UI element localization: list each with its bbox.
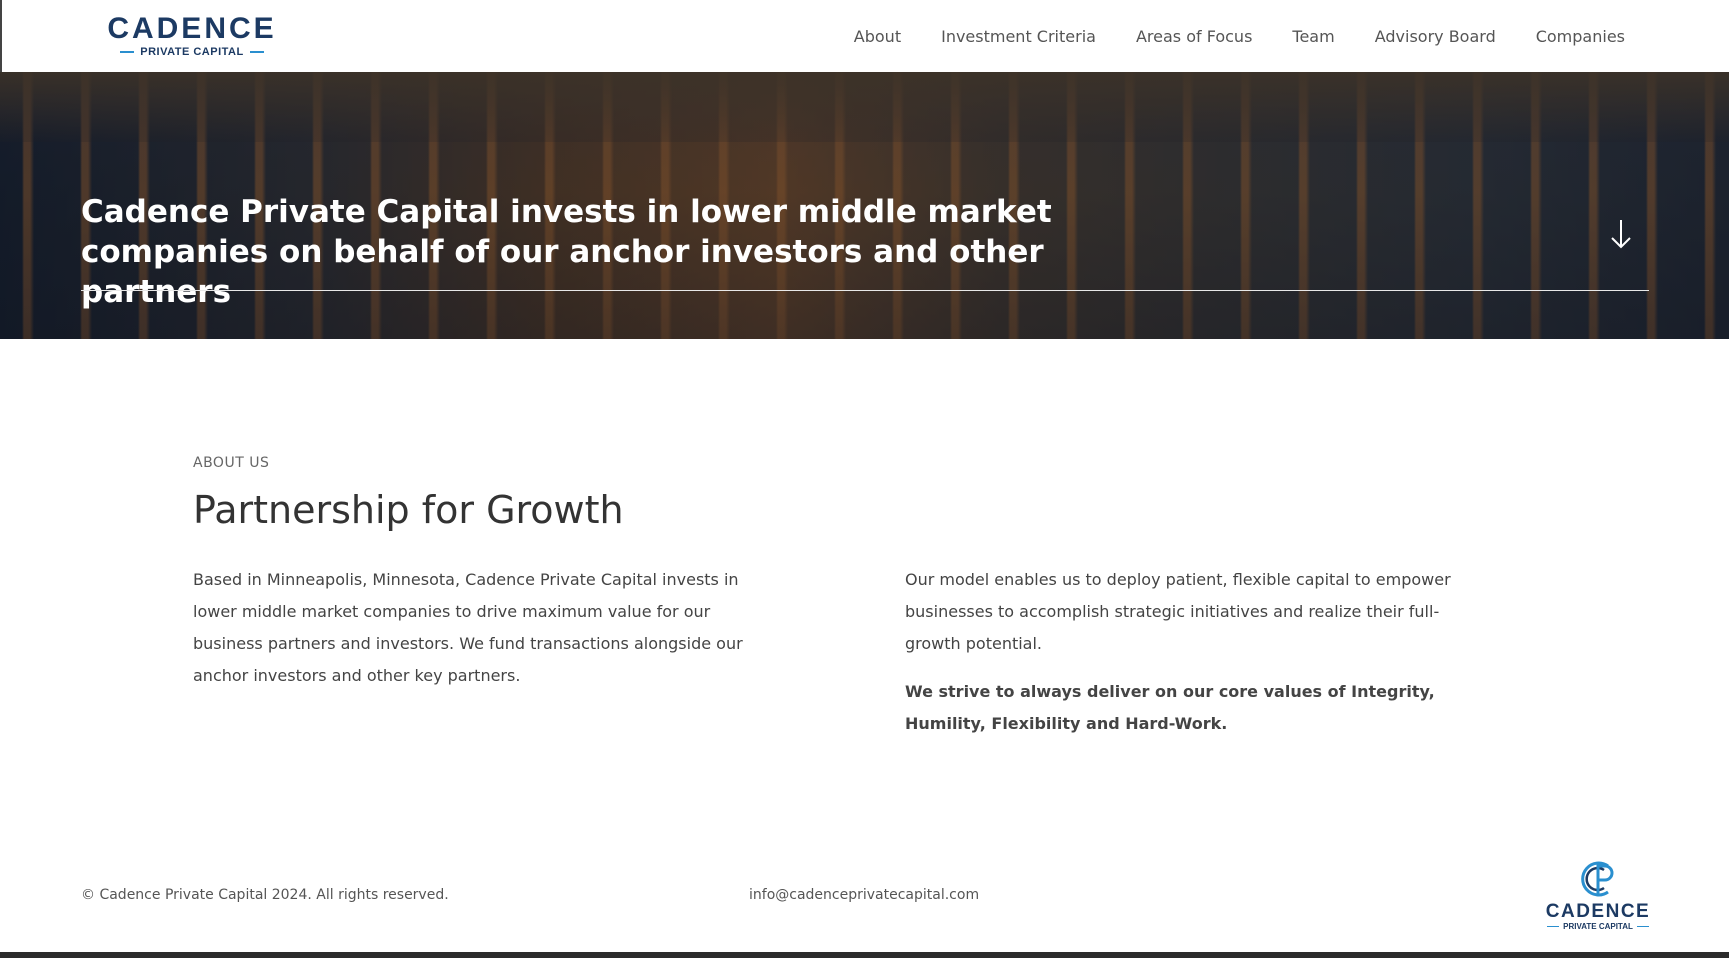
logo-subline: PRIVATE CAPITAL	[106, 46, 278, 58]
page: CADENCE PRIVATE CAPITAL About Investment…	[0, 0, 1729, 958]
logo-wordmark: CADENCE	[107, 12, 277, 45]
arrow-down-icon[interactable]	[1609, 218, 1633, 250]
main-nav: About Investment Criteria Areas of Focus…	[814, 0, 1625, 72]
hero-banner: Cadence Private Capital invests in lower…	[0, 72, 1729, 339]
section-kicker: ABOUT US	[193, 455, 270, 471]
footer-logo-subline: PRIVATE CAPITAL	[1545, 922, 1651, 931]
hero-headline: Cadence Private Capital invests in lower…	[81, 194, 1052, 310]
logo-rule-left	[120, 51, 135, 53]
footer-logo-rule-right	[1636, 926, 1649, 927]
footer-logo-wordmark: CADENCE	[1545, 901, 1651, 922]
footer-logo[interactable]: CADENCE PRIVATE CAPITAL	[1545, 858, 1651, 938]
nav-item-team[interactable]: Team	[1292, 27, 1334, 46]
bottom-edge	[0, 952, 1729, 958]
nav-item-investment-criteria[interactable]: Investment Criteria	[941, 27, 1096, 46]
logo-rule-right	[249, 51, 264, 53]
logo-subtitle: PRIVATE CAPITAL	[140, 46, 244, 58]
nav-item-companies[interactable]: Companies	[1536, 27, 1625, 46]
nav-item-advisory-board[interactable]: Advisory Board	[1375, 27, 1496, 46]
nav-item-about[interactable]: About	[854, 27, 901, 46]
section-title: Partnership for Growth	[193, 488, 624, 532]
about-right-paragraph: Our model enables us to deploy patient, …	[905, 570, 1451, 653]
footer-logo-subtitle: PRIVATE CAPITAL	[1563, 922, 1633, 931]
site-logo[interactable]: CADENCE PRIVATE CAPITAL	[106, 14, 278, 60]
about-left-column: Based in Minneapolis, Minnesota, Cadence…	[193, 564, 773, 692]
about-left-paragraph: Based in Minneapolis, Minnesota, Cadence…	[193, 570, 743, 685]
nav-item-areas-of-focus[interactable]: Areas of Focus	[1136, 27, 1252, 46]
site-header: CADENCE PRIVATE CAPITAL About Investment…	[0, 0, 1729, 72]
about-right-column: Our model enables us to deploy patient, …	[905, 564, 1485, 740]
hero-divider	[81, 290, 1649, 291]
footer-email-link[interactable]: info@cadenceprivatecapital.com	[749, 887, 979, 903]
footer-copyright: © Cadence Private Capital 2024. All righ…	[81, 887, 449, 903]
footer-logo-rule-left	[1547, 926, 1560, 927]
hero-background-image	[0, 72, 1729, 142]
cp-monogram-icon	[1545, 858, 1651, 900]
core-values-statement: We strive to always deliver on our core …	[905, 682, 1435, 733]
